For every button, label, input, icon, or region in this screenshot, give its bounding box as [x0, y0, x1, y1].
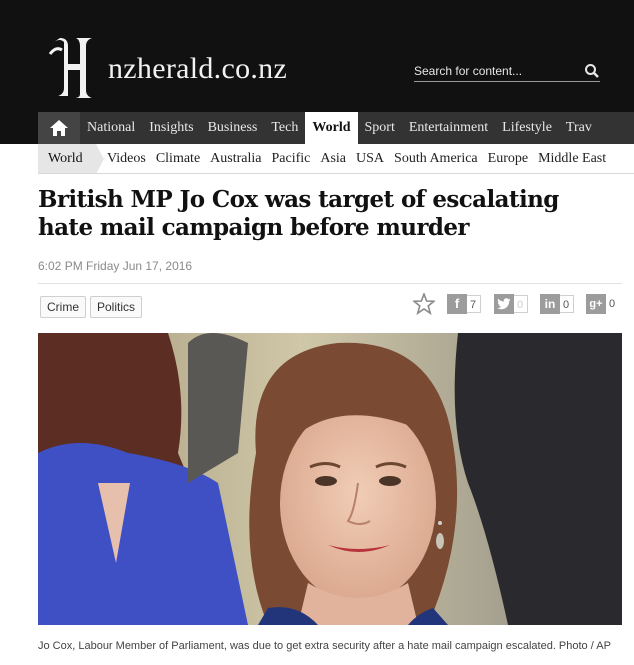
divider	[38, 283, 622, 284]
nav-item-sport[interactable]: Sport	[358, 112, 402, 144]
site-header: nzherald.co.nz	[0, 0, 634, 112]
facebook-icon: f	[447, 294, 467, 314]
twitter-icon	[494, 294, 514, 314]
subnav-item-south-america[interactable]: South America	[389, 144, 483, 173]
subnav-item-usa[interactable]: USA	[351, 144, 389, 173]
googleplus-share-button[interactable]: g+ 0	[586, 293, 620, 315]
subnav-item-asia[interactable]: Asia	[315, 144, 351, 173]
linkedin-icon: in	[540, 294, 560, 314]
section-subnav: World Videos Climate Australia Pacific A…	[38, 144, 634, 174]
home-button[interactable]	[38, 112, 80, 144]
nav-item-national[interactable]: National	[80, 112, 142, 144]
home-icon	[50, 120, 68, 136]
main-navigation: National Insights Business Tech World Sp…	[0, 112, 634, 144]
subnav-item-pacific[interactable]: Pacific	[266, 144, 315, 173]
favourite-star-icon[interactable]	[413, 293, 435, 315]
subnav-item-videos[interactable]: Videos	[102, 144, 151, 173]
twitter-share-count: 0	[514, 295, 528, 313]
subnav-item-europe[interactable]: Europe	[483, 144, 533, 173]
tag-crime[interactable]: Crime	[40, 296, 86, 318]
facebook-share-count: 7	[467, 295, 481, 313]
linkedin-share-count: 0	[560, 295, 574, 313]
linkedin-share-button[interactable]: in 0	[540, 293, 574, 315]
article-headline: British MP Jo Cox was target of escalati…	[38, 186, 559, 241]
search-input[interactable]	[414, 62, 574, 80]
nav-item-insights[interactable]: Insights	[142, 112, 200, 144]
twitter-share-button[interactable]: 0	[494, 293, 528, 315]
subnav-item-world[interactable]: World	[38, 144, 96, 173]
facebook-share-button[interactable]: f 7	[447, 293, 481, 315]
subnav-item-climate[interactable]: Climate	[151, 144, 205, 173]
nav-item-lifestyle[interactable]: Lifestyle	[495, 112, 559, 144]
nav-item-entertainment[interactable]: Entertainment	[402, 112, 495, 144]
article-lead-photo	[38, 333, 622, 625]
herald-h-logo-icon[interactable]	[46, 36, 98, 100]
googleplus-share-count: 0	[606, 295, 620, 313]
article-dateline: 6:02 PM Friday Jun 17, 2016	[38, 259, 193, 273]
subnav-item-australia[interactable]: Australia	[205, 144, 266, 173]
googleplus-icon: g+	[586, 294, 606, 314]
site-logo-text[interactable]: nzherald.co.nz	[108, 52, 287, 86]
subnav-item-middle-east[interactable]: Middle East	[533, 144, 611, 173]
nav-item-business[interactable]: Business	[201, 112, 265, 144]
nav-item-tech[interactable]: Tech	[264, 112, 305, 144]
search-icon[interactable]	[584, 63, 600, 79]
tag-politics[interactable]: Politics	[90, 296, 143, 318]
photo-caption: Jo Cox, Labour Member of Parliament, was…	[38, 640, 611, 652]
search-box	[414, 60, 600, 82]
nav-item-world[interactable]: World	[305, 112, 358, 144]
photo-illustration	[38, 333, 622, 625]
nav-item-travel[interactable]: Trav	[559, 112, 599, 144]
